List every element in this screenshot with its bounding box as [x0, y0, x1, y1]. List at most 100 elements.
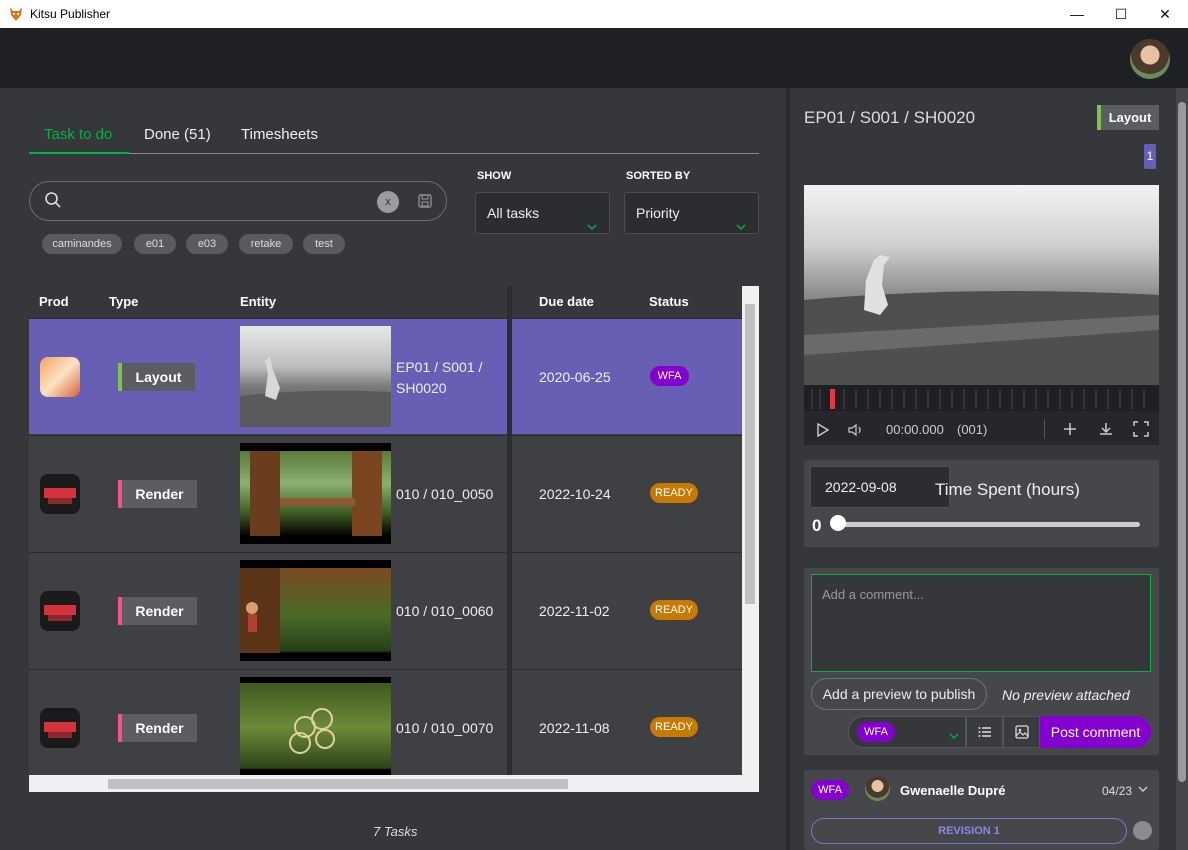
table-row[interactable]: Render 010 / 010_0050 2022-10-24 READY	[29, 435, 742, 551]
tag-chip[interactable]: test	[303, 234, 345, 254]
status-badge[interactable]: READY	[650, 600, 698, 620]
tag-chip[interactable]: retake	[239, 234, 293, 254]
search-field[interactable]: x	[29, 181, 447, 221]
chevron-down-icon	[949, 728, 959, 746]
top-bar	[0, 28, 1188, 88]
task-list-panel: Task to do Done (51) Timesheets x camina…	[0, 88, 786, 850]
shot-thumbnail[interactable]	[240, 560, 391, 661]
active-tab-indicator	[29, 152, 129, 154]
sort-select[interactable]: Priority	[624, 192, 759, 234]
scrollbar-thumb[interactable]	[745, 304, 755, 604]
no-preview-text: No preview attached	[1002, 687, 1130, 703]
window-title: Kitsu Publisher	[30, 7, 111, 21]
comment-entry: WFA Gwenaelle Dupré 04/23 REVISION 1	[804, 770, 1159, 850]
slider-handle[interactable]	[830, 515, 846, 531]
production-thumbnail	[40, 474, 80, 514]
column-shadow	[507, 286, 512, 792]
comment-date: 04/23	[1102, 784, 1133, 798]
preview-video[interactable]	[804, 185, 1159, 385]
author-avatar	[865, 776, 890, 801]
column-header-entity[interactable]: Entity	[240, 294, 276, 309]
player-controls: 00:00.000 (001)	[804, 415, 1159, 445]
shot-thumbnail[interactable]	[240, 677, 391, 778]
tag-chip[interactable]: e01	[134, 234, 176, 254]
revision-button[interactable]: REVISION 1	[811, 818, 1127, 844]
due-date: 2020-06-25	[539, 369, 611, 385]
table-row[interactable]: Render 010 / 010_0060 2022-11-02 READY	[29, 552, 742, 668]
table-row[interactable]: Layout EP01 / S001 / SH0020 2020-06-25 W…	[29, 318, 742, 434]
column-header-status[interactable]: Status	[649, 294, 689, 309]
shot-thumbnail[interactable]	[240, 443, 391, 544]
entity-name[interactable]: 010 / 010_0060	[396, 601, 506, 622]
entity-name[interactable]: 010 / 010_0070	[396, 718, 506, 739]
plus-icon[interactable]	[1063, 422, 1077, 439]
acknowledge-toggle[interactable]	[1133, 821, 1152, 840]
shot-thumbnail[interactable]	[240, 326, 391, 427]
task-type-tag: Render	[118, 714, 197, 742]
detail-scrollbar[interactable]	[1176, 88, 1188, 850]
column-header-prod[interactable]: Prod	[39, 294, 69, 309]
user-avatar[interactable]	[1130, 39, 1170, 79]
status-badge[interactable]: READY	[650, 717, 698, 737]
download-icon[interactable]	[1098, 421, 1114, 440]
tab-task-to-do[interactable]: Task to do	[44, 126, 112, 143]
task-type-tag: Render	[118, 480, 197, 508]
preview-count-badge[interactable]: 1	[1144, 144, 1156, 169]
show-select[interactable]: All tasks	[475, 192, 610, 234]
save-search-icon[interactable]	[417, 193, 433, 209]
minimize-button[interactable]: —	[1054, 0, 1100, 28]
scrollbar-thumb[interactable]	[1178, 102, 1186, 782]
add-preview-button[interactable]: Add a preview to publish	[811, 678, 987, 710]
preview-player: 00:00.000 (001)	[804, 185, 1159, 445]
volume-icon[interactable]	[848, 423, 864, 440]
sort-label: SORTED BY	[626, 170, 691, 182]
checklist-button[interactable]	[966, 716, 1003, 748]
show-label: SHOW	[477, 170, 512, 182]
attach-image-button[interactable]	[1003, 716, 1040, 748]
tab-done[interactable]: Done (51)	[144, 126, 211, 143]
list-icon	[978, 725, 992, 744]
comment-author: Gwenaelle Dupré	[900, 783, 1006, 798]
table-row[interactable]: Render 010 / 010_0070 2022-11-08 READY	[29, 669, 742, 785]
tag-chip[interactable]: caminandes	[42, 234, 122, 254]
chevron-down-icon[interactable]	[1138, 781, 1148, 799]
task-detail-panel: EP01 / S001 / SH0020 Layout 1 00:00.000 …	[790, 88, 1188, 850]
time-spent-card: 2022-09-08 Time Spent (hours) 0	[804, 460, 1159, 547]
close-button[interactable]: ✕	[1142, 0, 1188, 28]
table-vertical-scrollbar[interactable]	[742, 286, 759, 776]
tag-chip[interactable]: e03	[186, 234, 228, 254]
production-thumbnail	[40, 357, 80, 397]
status-badge: WFA	[811, 780, 849, 800]
fullscreen-icon[interactable]	[1133, 421, 1149, 440]
tab-timesheets[interactable]: Timesheets	[241, 126, 318, 143]
detail-title: EP01 / S001 / SH0020	[804, 108, 976, 127]
post-comment-button[interactable]: Post comment	[1040, 716, 1151, 748]
status-badge[interactable]: READY	[650, 483, 698, 503]
window-titlebar: Kitsu Publisher — ☐ ✕	[0, 0, 1188, 28]
production-thumbnail	[40, 708, 80, 748]
table-horizontal-scrollbar[interactable]	[29, 775, 759, 792]
time-spent-label: Time Spent (hours)	[935, 480, 1080, 499]
frame-timeline[interactable]	[804, 385, 1159, 411]
scrollbar-thumb[interactable]	[108, 779, 568, 789]
entity-name[interactable]: EP01 / S001 / SH0020	[396, 357, 506, 399]
status-badge[interactable]: WFA	[650, 366, 689, 386]
entity-name[interactable]: 010 / 010_0050	[396, 484, 506, 505]
time-spent-value: 0	[812, 516, 822, 535]
task-type-tag: Render	[118, 597, 197, 625]
task-count: 7 Tasks	[373, 824, 418, 839]
table-header: Prod Type Entity Due date Status	[29, 286, 742, 318]
comment-input[interactable]: Add a comment...	[811, 574, 1151, 672]
maximize-button[interactable]: ☐	[1098, 0, 1144, 28]
date-input[interactable]: 2022-09-08	[810, 466, 950, 508]
search-icon	[44, 191, 62, 209]
due-date: 2022-11-08	[539, 720, 610, 736]
status-select[interactable]: WFA	[848, 716, 966, 748]
play-icon[interactable]	[816, 422, 830, 441]
time-spent-slider[interactable]	[832, 522, 1140, 527]
column-header-type[interactable]: Type	[109, 294, 138, 309]
clear-search-button[interactable]: x	[377, 191, 399, 213]
status-badge: WFA	[857, 722, 895, 742]
show-value: All tasks	[487, 205, 540, 221]
column-header-due-date[interactable]: Due date	[539, 294, 594, 309]
